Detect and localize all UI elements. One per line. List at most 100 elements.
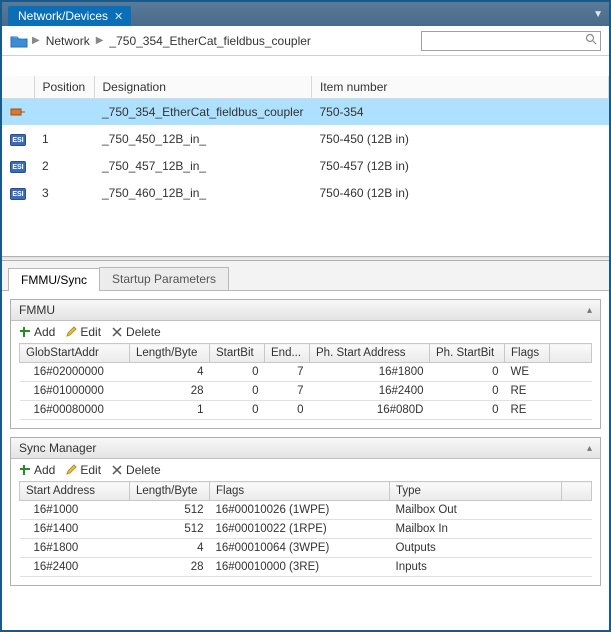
cell-type: Mailbox Out — [390, 501, 562, 520]
breadcrumb-current[interactable]: _750_354_EtherCat_fieldbus_coupler — [107, 34, 313, 48]
sync-group: Sync Manager ▴ Add Edit Delete Start Add… — [10, 437, 601, 586]
chevron-right-icon: ▶ — [32, 35, 40, 46]
tab-label: Network/Devices — [18, 9, 108, 23]
col-designation[interactable]: Designation — [94, 76, 312, 99]
cell-eb: 7 — [265, 382, 310, 401]
cell-len: 512 — [130, 501, 210, 520]
chevron-right-icon: ▶ — [96, 35, 104, 46]
breadcrumb: ▶ Network ▶ _750_354_EtherCat_fieldbus_c… — [2, 26, 609, 56]
cell-addr: 16#00080000 — [20, 401, 130, 420]
cell-position: 1 — [34, 125, 94, 152]
cell-item: 750-450 (12B in) — [312, 125, 609, 152]
cell-icon: ESI — [2, 152, 34, 179]
col-flags[interactable]: Flags — [505, 344, 550, 363]
cell-sb: 0 — [210, 401, 265, 420]
cell-type: Inputs — [390, 558, 562, 577]
table-row[interactable]: 16#100051216#00010026 (1WPE)Mailbox Out — [20, 501, 592, 520]
chevron-up-icon[interactable]: ▴ — [587, 305, 592, 316]
col-globstartaddr[interactable]: GlobStartAddr — [20, 344, 130, 363]
cell-designation: _750_457_12B_in_ — [94, 152, 312, 179]
search-icon[interactable] — [585, 33, 597, 48]
cell-psb: 0 — [430, 401, 505, 420]
fmmu-group-header[interactable]: FMMU ▴ — [11, 300, 600, 321]
device-table-header: Position Designation Item number — [2, 76, 609, 99]
table-row[interactable]: ESI 2_750_457_12B_in_750-457 (12B in) — [2, 152, 609, 179]
cell-position: 2 — [34, 152, 94, 179]
col-type[interactable]: Type — [390, 482, 562, 501]
col-endbit[interactable]: End... — [265, 344, 310, 363]
cell-psb: 0 — [430, 382, 505, 401]
cell-eb: 0 — [265, 401, 310, 420]
cell-designation: _750_450_12B_in_ — [94, 125, 312, 152]
module-icon: ESI — [10, 134, 26, 146]
tab-overflow-icon[interactable]: ▼ — [587, 9, 609, 20]
cell-len: 4 — [130, 539, 210, 558]
cell-ph: 16#1800 — [310, 363, 430, 382]
cell-len: 28 — [130, 558, 210, 577]
tab-network-devices[interactable]: Network/Devices ✕ — [8, 6, 131, 26]
tab-startup-parameters[interactable]: Startup Parameters — [99, 267, 229, 290]
plus-icon — [19, 326, 31, 338]
col-phstartbit[interactable]: Ph. StartBit — [430, 344, 505, 363]
cell-addr: 16#2400 — [20, 558, 130, 577]
cell-item: 750-460 (12B in) — [312, 179, 609, 206]
cell-position — [34, 99, 94, 126]
col-flags[interactable]: Flags — [210, 482, 390, 501]
table-row[interactable]: ESI 3_750_460_12B_in_750-460 (12B in) — [2, 179, 609, 206]
col-item[interactable]: Item number — [312, 76, 609, 99]
device-tree-pane: Position Designation Item number _750_35… — [2, 56, 609, 256]
cell-item: 750-457 (12B in) — [312, 152, 609, 179]
module-icon: ESI — [10, 161, 26, 173]
col-spacer — [550, 344, 592, 363]
module-icon: ESI — [10, 188, 26, 200]
cell-addr: 16#1800 — [20, 539, 130, 558]
cell-len: 4 — [130, 363, 210, 382]
breadcrumb-root[interactable]: Network — [44, 34, 92, 48]
table-row[interactable]: 16#01000000280716#24000RE — [20, 382, 592, 401]
tab-fmmu-sync[interactable]: FMMU/Sync — [8, 268, 100, 291]
cell-position: 3 — [34, 179, 94, 206]
search-box[interactable] — [421, 31, 601, 51]
edit-button[interactable]: Edit — [65, 325, 101, 339]
pencil-icon — [65, 326, 77, 338]
fmmu-toolbar: Add Edit Delete — [11, 321, 600, 343]
search-input[interactable] — [426, 33, 585, 49]
col-icon[interactable] — [2, 76, 34, 99]
add-button[interactable]: Add — [19, 325, 55, 339]
table-row[interactable]: 16#0200000040716#18000WE — [20, 363, 592, 382]
cell-designation: _750_460_12B_in_ — [94, 179, 312, 206]
delete-button[interactable]: Delete — [111, 463, 161, 477]
col-startaddr[interactable]: Start Address — [20, 482, 130, 501]
delete-button[interactable]: Delete — [111, 325, 161, 339]
table-row[interactable]: ESI 1_750_450_12B_in_750-450 (12B in) — [2, 125, 609, 152]
sync-group-header[interactable]: Sync Manager ▴ — [11, 438, 600, 459]
table-row[interactable]: 16#0008000010016#080D0RE — [20, 401, 592, 420]
col-length[interactable]: Length/Byte — [130, 482, 210, 501]
cell-len: 1 — [130, 401, 210, 420]
cell-flags: 16#00010026 (1WPE) — [210, 501, 390, 520]
add-button[interactable]: Add — [19, 463, 55, 477]
sync-table: Start Address Length/Byte Flags Type 16#… — [19, 481, 592, 577]
edit-button[interactable]: Edit — [65, 463, 101, 477]
cell-flags: RE — [505, 401, 550, 420]
cell-icon — [2, 99, 34, 126]
chevron-up-icon[interactable]: ▴ — [587, 443, 592, 454]
delete-icon — [111, 464, 123, 476]
cell-flags: WE — [505, 363, 550, 382]
cell-icon: ESI — [2, 125, 34, 152]
col-phstart[interactable]: Ph. Start Address — [310, 344, 430, 363]
col-startbit[interactable]: StartBit — [210, 344, 265, 363]
cell-len: 28 — [130, 382, 210, 401]
table-row[interactable]: 16#1800416#00010064 (3WPE)Outputs — [20, 539, 592, 558]
col-position[interactable]: Position — [34, 76, 94, 99]
cell-ph: 16#2400 — [310, 382, 430, 401]
folder-icon — [10, 34, 28, 48]
table-row[interactable]: _750_354_EtherCat_fieldbus_coupler750-35… — [2, 99, 609, 126]
cell-addr: 16#01000000 — [20, 382, 130, 401]
close-icon[interactable]: ✕ — [114, 10, 123, 23]
table-row[interactable]: 16#140051216#00010022 (1RPE)Mailbox In — [20, 520, 592, 539]
col-length[interactable]: Length/Byte — [130, 344, 210, 363]
table-row[interactable]: 16#24002816#00010000 (3RE)Inputs — [20, 558, 592, 577]
sync-title: Sync Manager — [19, 441, 96, 455]
detail-tabs: FMMU/Sync Startup Parameters — [2, 261, 609, 291]
